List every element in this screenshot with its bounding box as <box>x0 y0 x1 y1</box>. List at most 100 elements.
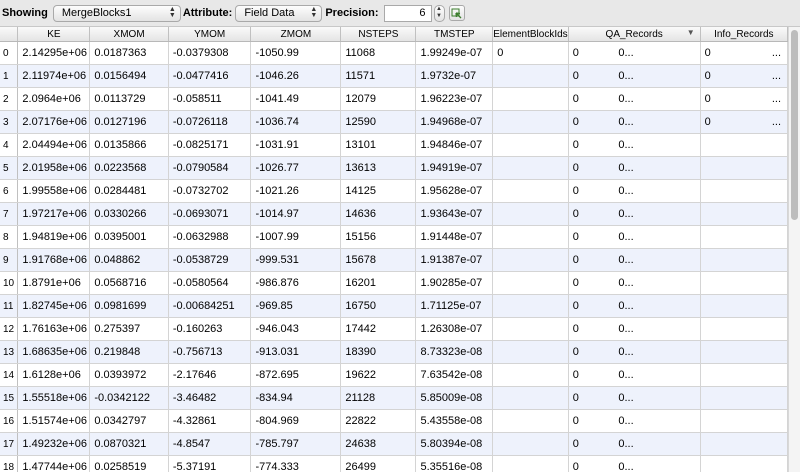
cell-tmstep[interactable]: 8.73323e-08 <box>415 340 494 364</box>
cell-ke[interactable]: 1.49232e+06 <box>17 432 91 456</box>
table-row[interactable]: 12 1.76163e+06 0.275397 -0.160263 -946.043 17… <box>0 317 788 341</box>
cell-xmom[interactable]: 0.0223568 <box>89 156 169 180</box>
cell-qa[interactable]: 0 0... <box>568 41 701 65</box>
cell-info[interactable] <box>700 432 788 456</box>
cell-zmom[interactable]: -1014.97 <box>250 202 342 226</box>
table-row[interactable]: 14 1.6128e+06 0.0393972 -2.17646 -872.695 196… <box>0 363 788 387</box>
cell-ebid[interactable] <box>492 294 569 318</box>
cell-nsteps[interactable]: 12079 <box>340 87 417 111</box>
attribute-select[interactable]: Field Data ▲ ▼ <box>235 4 323 22</box>
cell-info[interactable] <box>700 179 788 203</box>
table-row[interactable]: 10 1.8791e+06 0.0568716 -0.0580564 -986.876 1… <box>0 271 788 295</box>
cell-ke[interactable]: 1.8791e+06 <box>17 271 91 295</box>
cell-ke[interactable]: 1.47744e+06 <box>17 455 91 472</box>
cell-ke[interactable]: 2.04494e+06 <box>17 133 91 157</box>
table-row[interactable]: 11 1.82745e+06 0.0981699 -0.00684251 -969.85… <box>0 294 788 318</box>
cell-zmom[interactable]: -1021.26 <box>250 179 342 203</box>
row-header[interactable]: 2 <box>0 87 19 111</box>
cell-ymom[interactable]: -0.0693071 <box>168 202 252 226</box>
cell-qa[interactable]: 0 0... <box>568 340 701 364</box>
row-header[interactable]: 15 <box>0 386 19 410</box>
cell-zmom[interactable]: -1036.74 <box>250 110 342 134</box>
cell-ymom[interactable]: -3.46482 <box>168 386 252 410</box>
column-header-ymom[interactable]: YMOM <box>168 27 252 42</box>
toggle-cell-selection-button[interactable] <box>448 5 465 21</box>
cell-nsteps[interactable]: 21128 <box>340 386 417 410</box>
cell-info[interactable] <box>700 340 788 364</box>
precision-stepper[interactable]: ▲ ▼ <box>433 4 445 22</box>
cell-xmom[interactable]: 0.0135866 <box>89 133 169 157</box>
column-header-info-records[interactable]: Info_Records <box>700 27 788 42</box>
cell-nsteps[interactable]: 26499 <box>340 455 417 472</box>
scrollbar-thumb[interactable] <box>791 30 798 220</box>
cell-xmom[interactable]: 0.0342797 <box>89 409 169 433</box>
cell-tmstep[interactable]: 1.90285e-07 <box>415 271 494 295</box>
cell-nsteps[interactable]: 11571 <box>340 64 417 88</box>
row-header[interactable]: 5 <box>0 156 19 180</box>
cell-ymom[interactable]: -4.8547 <box>168 432 252 456</box>
cell-ebid[interactable] <box>492 455 569 472</box>
cell-ebid[interactable] <box>492 340 569 364</box>
cell-ebid[interactable]: 0 <box>492 41 569 65</box>
cell-nsteps[interactable]: 16750 <box>340 294 417 318</box>
cell-ke[interactable]: 2.01958e+06 <box>17 156 91 180</box>
cell-tmstep[interactable]: 1.91448e-07 <box>415 225 494 249</box>
row-header[interactable]: 1 <box>0 64 19 88</box>
column-header-zmom[interactable]: ZMOM <box>250 27 342 42</box>
cell-qa[interactable]: 0 0... <box>568 432 701 456</box>
cell-ymom[interactable]: -0.0732702 <box>168 179 252 203</box>
cell-tmstep[interactable]: 5.35516e-08 <box>415 455 494 472</box>
cell-tmstep[interactable]: 1.94846e-07 <box>415 133 494 157</box>
row-header[interactable]: 10 <box>0 271 19 295</box>
cell-info[interactable] <box>700 386 788 410</box>
cell-zmom[interactable]: -872.695 <box>250 363 342 387</box>
cell-ebid[interactable] <box>492 363 569 387</box>
cell-ebid[interactable] <box>492 225 569 249</box>
row-header[interactable]: 9 <box>0 248 19 272</box>
cell-zmom[interactable]: -986.876 <box>250 271 342 295</box>
cell-info[interactable]: 0... <box>700 64 788 88</box>
cell-ymom[interactable]: -0.0580564 <box>168 271 252 295</box>
table-row[interactable]: 9 1.91768e+06 0.048862 -0.0538729 -999.531 15… <box>0 248 788 272</box>
cell-info[interactable] <box>700 156 788 180</box>
cell-nsteps[interactable]: 13613 <box>340 156 417 180</box>
cell-nsteps[interactable]: 22822 <box>340 409 417 433</box>
cell-zmom[interactable]: -946.043 <box>250 317 342 341</box>
cell-nsteps[interactable]: 17442 <box>340 317 417 341</box>
cell-info[interactable]: 0... <box>700 110 788 134</box>
cell-nsteps[interactable]: 18390 <box>340 340 417 364</box>
cell-tmstep[interactable]: 1.95628e-07 <box>415 179 494 203</box>
cell-tmstep[interactable]: 1.71125e-07 <box>415 294 494 318</box>
cell-ymom[interactable]: -2.17646 <box>168 363 252 387</box>
cell-ke[interactable]: 2.0964e+06 <box>17 87 91 111</box>
cell-tmstep[interactable]: 1.99249e-07 <box>415 41 494 65</box>
cell-qa[interactable]: 0 0... <box>568 156 701 180</box>
table-row[interactable]: 15 1.55518e+06 -0.0342122 -3.46482 -834.94 21… <box>0 386 788 410</box>
cell-ebid[interactable] <box>492 87 569 111</box>
cell-nsteps[interactable]: 15156 <box>340 225 417 249</box>
cell-tmstep[interactable]: 1.91387e-07 <box>415 248 494 272</box>
cell-zmom[interactable]: -1050.99 <box>250 41 342 65</box>
row-header[interactable]: 11 <box>0 294 19 318</box>
cell-tmstep[interactable]: 1.94968e-07 <box>415 110 494 134</box>
cell-xmom[interactable]: 0.219848 <box>89 340 169 364</box>
cell-xmom[interactable]: 0.0568716 <box>89 271 169 295</box>
cell-info[interactable] <box>700 317 788 341</box>
cell-xmom[interactable]: 0.275397 <box>89 317 169 341</box>
row-header[interactable]: 7 <box>0 202 19 226</box>
table-row[interactable]: 16 1.51574e+06 0.0342797 -4.32861 -804.969 22… <box>0 409 788 433</box>
cell-tmstep[interactable]: 5.43558e-08 <box>415 409 494 433</box>
cell-qa[interactable]: 0 0... <box>568 225 701 249</box>
cell-xmom[interactable]: 0.0870321 <box>89 432 169 456</box>
cell-qa[interactable]: 0 0... <box>568 248 701 272</box>
cell-qa[interactable]: 0 0... <box>568 317 701 341</box>
cell-qa[interactable]: 0 0... <box>568 294 701 318</box>
cell-tmstep[interactable]: 1.93643e-07 <box>415 202 494 226</box>
cell-qa[interactable]: 0 0... <box>568 202 701 226</box>
cell-info[interactable] <box>700 202 788 226</box>
column-header-nsteps[interactable]: NSTEPS <box>340 27 417 42</box>
cell-ymom[interactable]: -4.32861 <box>168 409 252 433</box>
cell-xmom[interactable]: 0.0258519 <box>89 455 169 472</box>
cell-zmom[interactable]: -785.797 <box>250 432 342 456</box>
cell-info[interactable]: 0... <box>700 87 788 111</box>
